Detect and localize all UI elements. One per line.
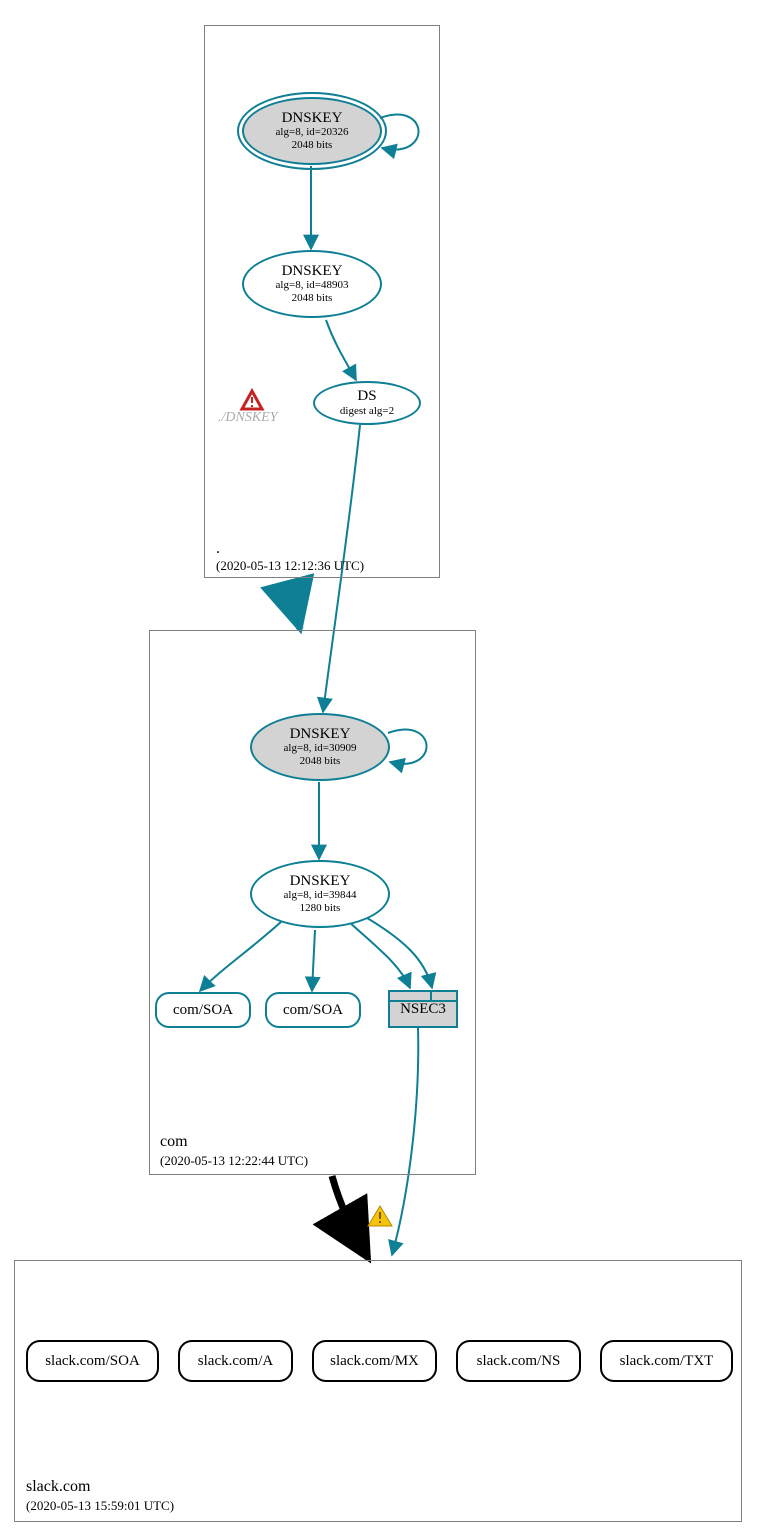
node-sub: digest alg=2 [315, 405, 419, 418]
node-slack-a: slack.com/A [178, 1340, 293, 1382]
node-nsec3: NSEC3 [388, 990, 458, 1028]
node-dnskey-root-ksk: DNSKEY alg=8, id=20326 2048 bits [242, 97, 382, 165]
zone-slack-name: slack.com [26, 1478, 90, 1496]
phantom-dnskey-label: ./DNSKEY [218, 410, 278, 426]
node-slack-soa: slack.com/SOA [26, 1340, 159, 1382]
zone-slack-date: (2020-05-13 15:59:01 UTC) [26, 1498, 174, 1514]
node-sub: 1280 bits [252, 902, 388, 915]
node-com-soa-2: com/SOA [265, 992, 361, 1028]
node-slack-mx: slack.com/MX [312, 1340, 437, 1382]
node-title: DNSKEY [252, 873, 388, 890]
edge-root-to-com-zone [296, 578, 300, 629]
node-slack-ns: slack.com/NS [456, 1340, 581, 1382]
node-ds-root: DS digest alg=2 [313, 381, 421, 425]
node-sub: 2048 bits [244, 292, 380, 305]
node-com-soa-1: com/SOA [155, 992, 251, 1028]
node-sub: 2048 bits [244, 139, 380, 152]
node-title: DNSKEY [244, 263, 380, 280]
zone-root-name: . [216, 540, 220, 558]
node-sub: alg=8, id=30909 [252, 742, 388, 755]
node-sub: alg=8, id=39844 [252, 889, 388, 902]
node-dnskey-root-zsk: DNSKEY alg=8, id=48903 2048 bits [242, 250, 382, 318]
dnssec-graph: . (2020-05-13 12:12:36 UTC) DNSKEY alg=8… [0, 0, 759, 1540]
edge-com-to-slack-zone [332, 1176, 368, 1258]
warning-icon [368, 1206, 392, 1226]
zone-slack [14, 1260, 742, 1522]
node-title: DS [315, 388, 419, 405]
node-dnskey-com-zsk: DNSKEY alg=8, id=39844 1280 bits [250, 860, 390, 928]
zone-root-date: (2020-05-13 12:12:36 UTC) [216, 558, 364, 574]
node-sub: alg=8, id=48903 [244, 279, 380, 292]
node-title: DNSKEY [252, 726, 388, 743]
node-sub: alg=8, id=20326 [244, 126, 380, 139]
node-slack-txt: slack.com/TXT [600, 1340, 733, 1382]
node-dnskey-com-ksk: DNSKEY alg=8, id=30909 2048 bits [250, 713, 390, 781]
node-title: DNSKEY [244, 110, 380, 127]
nsec3-label: NSEC3 [390, 992, 456, 1018]
zone-com-date: (2020-05-13 12:22:44 UTC) [160, 1153, 308, 1169]
zone-com-name: com [160, 1133, 188, 1151]
node-sub: 2048 bits [252, 755, 388, 768]
